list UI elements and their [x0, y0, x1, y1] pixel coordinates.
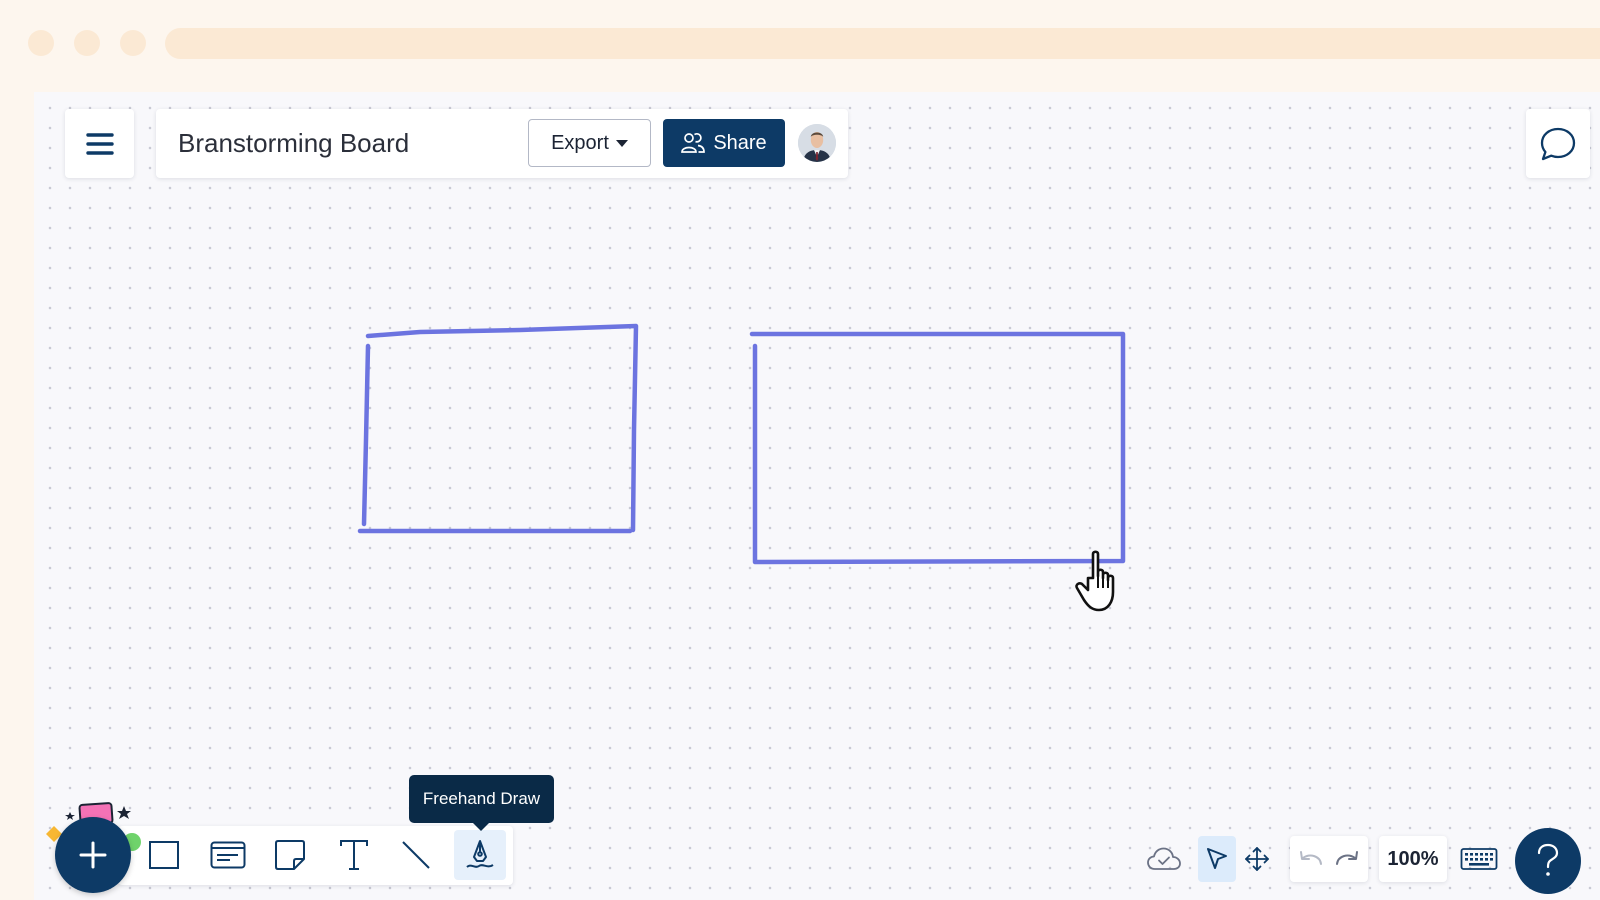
tool-tooltip: Freehand Draw — [409, 775, 554, 831]
export-button[interactable]: Export — [528, 119, 651, 167]
keyboard-shortcuts-button[interactable] — [1458, 836, 1500, 882]
hand-pointer-cursor-icon — [1075, 550, 1115, 612]
shape-toolbar — [118, 826, 513, 885]
comment-icon — [1540, 127, 1576, 160]
rectangle-tool[interactable] — [138, 830, 190, 880]
select-tool[interactable] — [1198, 836, 1236, 882]
line-tool[interactable] — [390, 830, 442, 880]
export-label: Export — [551, 131, 609, 154]
undo-icon[interactable] — [1296, 847, 1326, 871]
cloud-check-icon — [1147, 847, 1181, 870]
undo-redo-group — [1290, 836, 1368, 882]
user-photo-icon — [798, 124, 836, 162]
rectangle-icon — [149, 841, 179, 869]
line-icon — [402, 841, 430, 869]
pen-icon — [466, 840, 494, 868]
whiteboard-canvas[interactable] — [34, 92, 1600, 900]
move-arrows-icon — [1245, 847, 1269, 871]
window-dot-close — [28, 30, 54, 56]
keyboard-icon — [1460, 848, 1498, 870]
card-icon — [210, 841, 246, 869]
add-button[interactable] — [55, 817, 131, 893]
board-title[interactable]: Branstorming Board — [178, 128, 409, 159]
window-dot-maximize — [120, 30, 146, 56]
comments-button[interactable] — [1526, 109, 1590, 178]
share-button[interactable]: Share — [663, 119, 785, 167]
sticky-note-tool[interactable] — [264, 830, 316, 880]
user-avatar[interactable] — [798, 124, 836, 162]
freehand-draw-tool[interactable] — [454, 830, 506, 880]
plus-icon — [79, 841, 107, 869]
pan-tool[interactable] — [1238, 836, 1276, 882]
help-button[interactable] — [1515, 828, 1581, 894]
users-icon — [681, 133, 706, 153]
window-dot-minimize — [74, 30, 100, 56]
cursor-arrow-icon — [1207, 848, 1227, 869]
board-header: Branstorming Board Export Share — [156, 109, 848, 178]
redo-icon[interactable] — [1332, 847, 1362, 871]
share-label: Share — [713, 131, 767, 154]
zoom-level[interactable]: 100% — [1379, 836, 1447, 882]
cloud-save-button[interactable] — [1141, 836, 1187, 882]
hamburger-icon — [85, 132, 114, 155]
text-icon — [340, 840, 368, 870]
address-bar[interactable] — [165, 28, 1600, 59]
sticky-note-icon — [275, 840, 305, 870]
text-tool[interactable] — [328, 830, 380, 880]
view-toolbar: 100% — [1141, 836, 1501, 884]
zoom-label: 100% — [1387, 847, 1439, 870]
caret-down-icon — [615, 139, 628, 147]
card-tool[interactable] — [202, 830, 254, 880]
main-menu-button[interactable] — [65, 109, 134, 178]
question-mark-icon — [1537, 843, 1559, 876]
